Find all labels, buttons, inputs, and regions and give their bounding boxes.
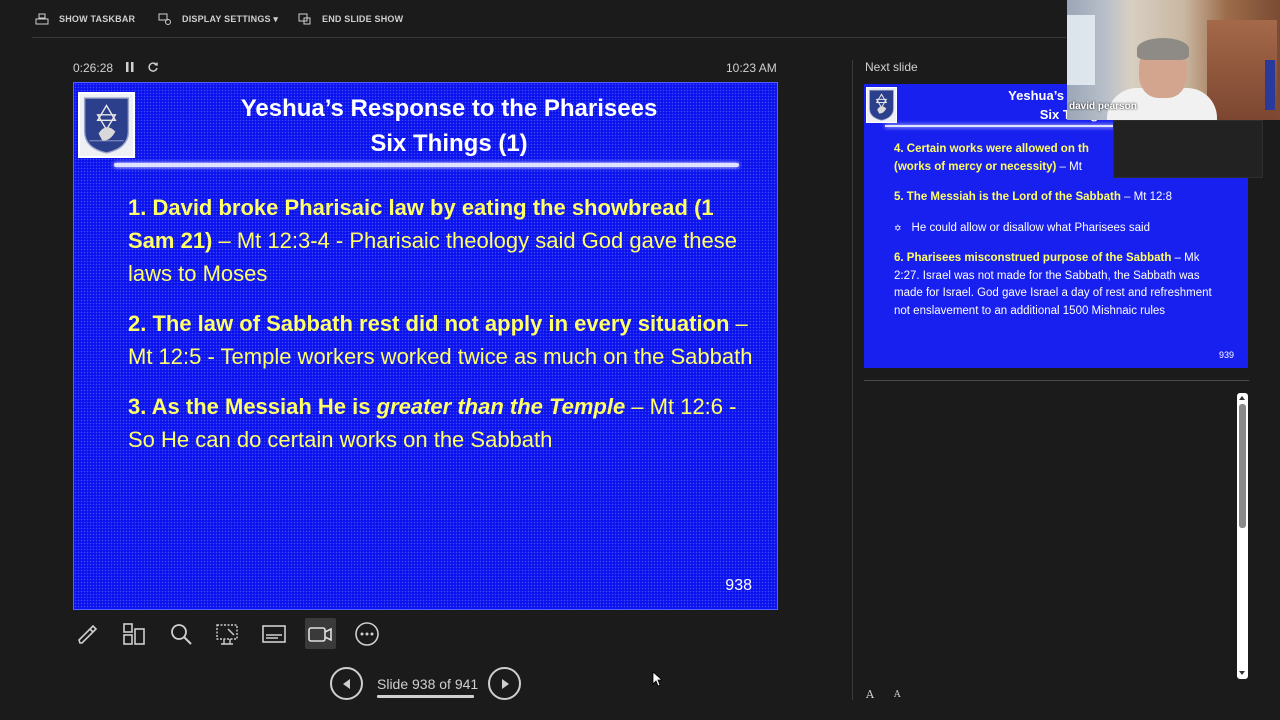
next-bullet-6-heading: 6. Pharisees misconstrued purpose of the… <box>894 252 1172 264</box>
notes-scroll-thumb[interactable] <box>1239 404 1246 528</box>
camera-toggle-button[interactable] <box>304 618 336 649</box>
bullet-point-1: 1. David broke Pharisaic law by eating t… <box>128 191 753 290</box>
subtitles-icon <box>261 624 286 643</box>
notes-divider <box>864 380 1249 381</box>
end-show-icon <box>298 13 311 25</box>
lion-shield-logo <box>78 92 135 158</box>
next-bullet-4-heading-2: (works of mercy or necessity) <box>894 160 1057 173</box>
bullet-1-text: – Mt 12:3-4 - Pharisaic theology said Go… <box>128 228 738 286</box>
more-options-button[interactable] <box>351 618 382 649</box>
show-taskbar-button[interactable]: SHOW TASKBAR <box>35 13 135 25</box>
end-slide-show-label: END SLIDE SHOW <box>322 14 404 24</box>
bullet-3-emphasis: greater than the Temple <box>376 394 626 419</box>
title-underline <box>114 163 739 167</box>
lion-of-judah-icon <box>867 88 896 122</box>
pen-tool-button[interactable] <box>72 618 103 649</box>
slide-counter-underline <box>377 695 474 698</box>
presenter-tools <box>72 618 398 649</box>
scroll-down-arrow-icon[interactable] <box>1239 671 1245 675</box>
lion-of-judah-icon <box>80 94 133 156</box>
scroll-up-arrow-icon[interactable] <box>1239 396 1245 400</box>
next-bullet-5-text: – Mt 12:8 <box>1120 191 1172 203</box>
next-slide-label: Next slide <box>865 60 918 74</box>
increase-font-button[interactable]: A <box>866 688 874 701</box>
show-taskbar-label: SHOW TASKBAR <box>59 14 136 24</box>
see-all-slides-button[interactable] <box>119 618 150 649</box>
bullet-3-heading: 3. As the Messiah He is <box>128 394 377 419</box>
bullet-point-3: 3. As the Messiah He is greater than the… <box>128 390 753 456</box>
star-of-david-icon: ✡ <box>894 222 902 233</box>
previous-slide-button[interactable] <box>330 667 363 700</box>
next-bullet-5-heading: 5. The Messiah is the Lord of the Sabbat… <box>894 191 1121 203</box>
bullet-2-heading: 2. The law of Sabbath rest did not apply… <box>128 311 730 336</box>
display-settings-icon <box>158 13 171 25</box>
next-sub-bullet-text: He could allow or disallow what Pharisee… <box>911 221 1150 234</box>
next-bullet-6: 6. Pharisees misconstrued purpose of the… <box>894 250 1224 320</box>
triangle-left-icon <box>342 678 350 689</box>
pause-timer-icon[interactable] <box>126 62 134 72</box>
magnifier-icon <box>170 623 192 645</box>
slide-counter[interactable]: Slide 938 of 941 <box>377 676 478 692</box>
next-sub-bullet: ✡ He could allow or disallow what Pharise… <box>894 220 1224 238</box>
slide-subtitle: Six Things (1) <box>370 130 528 157</box>
reset-timer-icon[interactable] <box>147 61 159 73</box>
toolbar-divider <box>32 37 1066 38</box>
end-slide-show-button[interactable]: END SLIDE SHOW <box>298 13 403 25</box>
pen-icon <box>77 624 97 644</box>
webcam-secondary-tile[interactable] <box>1113 120 1263 178</box>
current-slide[interactable]: Yeshua’s Response to the Pharisees Six T… <box>73 82 778 610</box>
slide-bullets: 1. David broke Pharisaic law by eating t… <box>128 191 753 473</box>
triangle-right-icon <box>501 678 509 689</box>
grid-slides-icon <box>123 622 145 645</box>
participant-name: david pearson <box>1069 101 1137 112</box>
slide-title: Yeshua’s Response to the Pharisees <box>240 95 658 122</box>
bullet-point-2: 2. The law of Sabbath rest did not apply… <box>128 307 753 373</box>
next-bullet-4-heading: 4. Certain works were allowed on th <box>894 143 1089 155</box>
more-icon <box>354 621 379 646</box>
lion-shield-logo-small <box>866 87 897 123</box>
webcam-window <box>1067 15 1095 85</box>
screen-pointer-icon <box>216 623 238 645</box>
webcam-person-hair <box>1137 38 1189 60</box>
current-time: 10:23 AM <box>726 61 777 75</box>
pointer-options-button[interactable] <box>212 618 243 649</box>
taskbar-icon <box>35 13 49 25</box>
slide-number: 938 <box>725 577 752 594</box>
next-slide-number: 939 <box>1218 350 1234 360</box>
next-slide-button[interactable] <box>488 667 521 700</box>
display-settings-label: DISPLAY SETTINGS ▾ <box>182 13 279 24</box>
decrease-font-button[interactable]: A <box>894 690 901 700</box>
mouse-cursor-icon <box>652 671 662 687</box>
elapsed-timer: 0:26:28 <box>73 61 114 75</box>
zoom-button[interactable] <box>165 618 196 649</box>
subtitles-button[interactable] <box>258 618 289 649</box>
next-bullet-4-text: – Mt <box>1056 160 1082 173</box>
display-settings-button[interactable]: DISPLAY SETTINGS ▾ <box>158 13 278 25</box>
next-bullet-5: 5. The Messiah is the Lord of the Sabbat… <box>894 189 1224 207</box>
video-camera-icon <box>308 626 332 642</box>
panel-divider[interactable] <box>852 60 853 700</box>
webcam-flag <box>1265 60 1275 110</box>
